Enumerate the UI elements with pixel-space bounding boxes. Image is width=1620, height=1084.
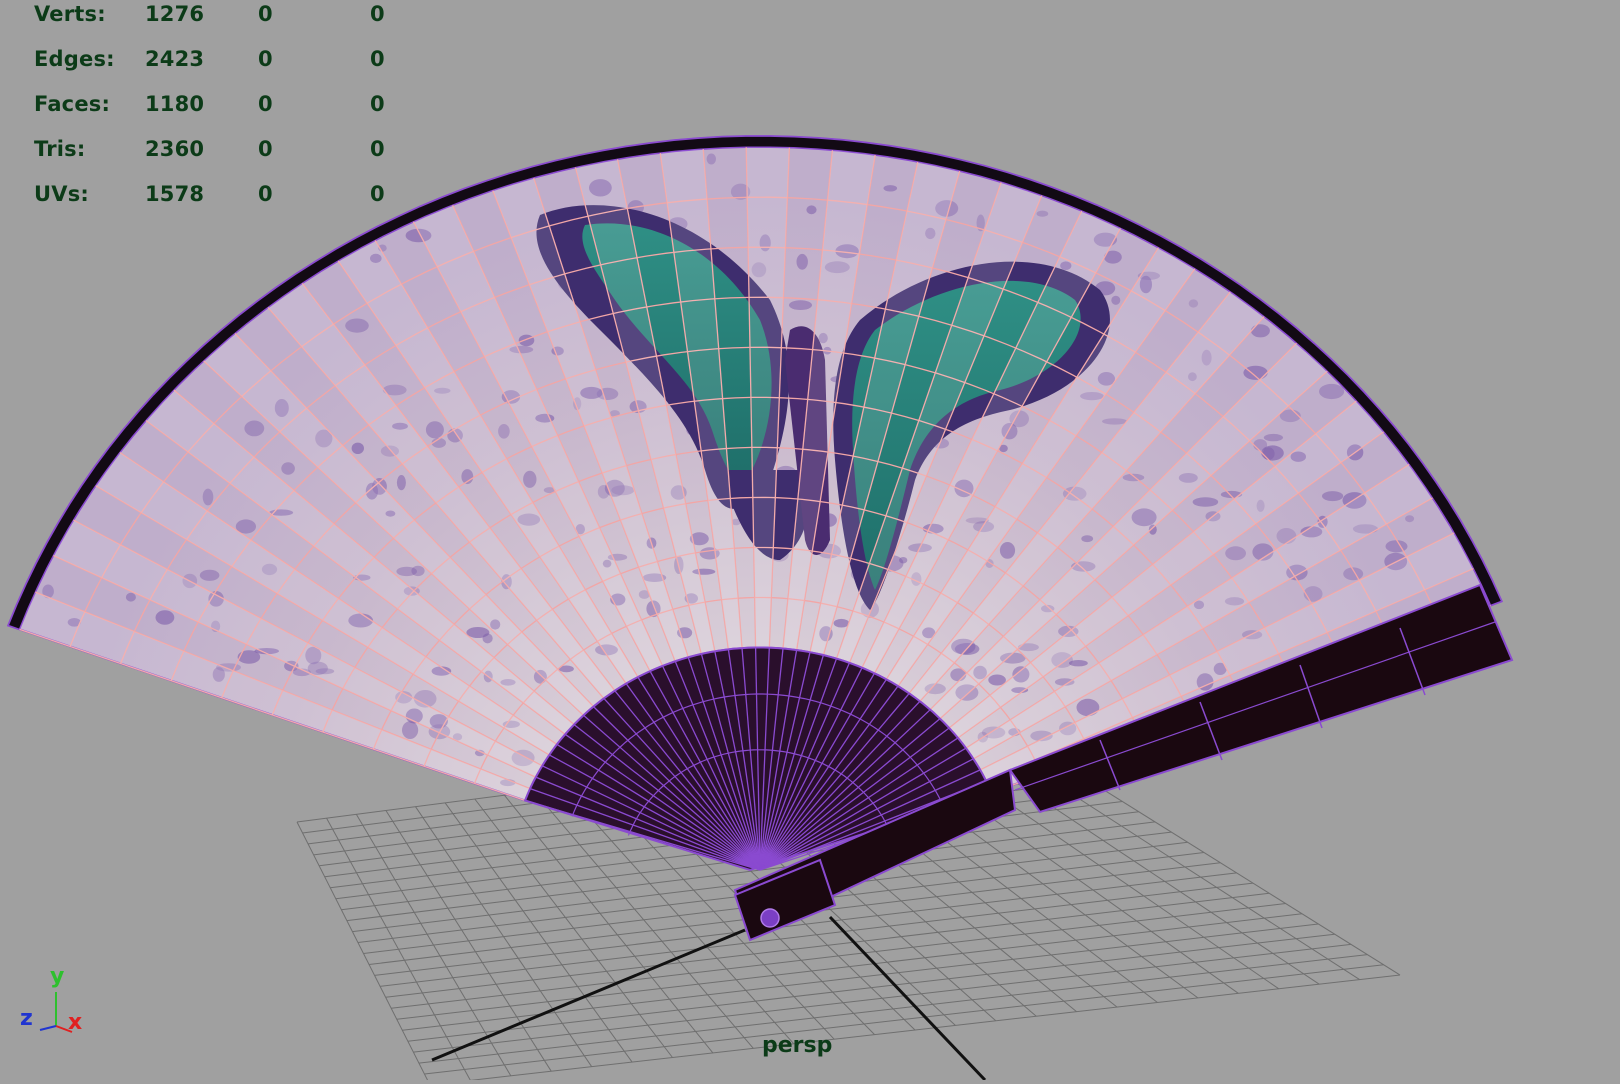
hud-total-count: 2360 (145, 137, 205, 161)
axis-gizmo: y z x (16, 962, 96, 1042)
hud-total-count: 1578 (145, 182, 205, 206)
hud-label: Faces: (34, 92, 111, 116)
grid-line (434, 974, 1401, 1084)
perspective-viewport[interactable]: Verts: 1276 0 0 Edges: 2423 0 0 Faces: 1180 0 0 Tris… (0, 0, 1620, 1084)
hud-selected-count: 0 (258, 92, 273, 116)
hud-extra-count: 0 (370, 137, 385, 161)
grid-line (413, 943, 1352, 1053)
hud-label: Edges: (34, 47, 115, 71)
hud-extra-count: 0 (370, 182, 385, 206)
pivot-rivet-icon (760, 908, 780, 928)
poly-count-hud: Verts: 1276 0 0 Edges: 2423 0 0 Faces: 1180 0 0 Tris… (0, 0, 420, 210)
fan-model[interactable] (6, 135, 1514, 942)
grid-line (418, 954, 1368, 1064)
hud-selected-count: 0 (258, 47, 273, 71)
grid-line (396, 913, 1303, 1020)
axis-z-label: z (20, 1006, 33, 1031)
hud-row: Verts: 1276 0 0 (0, 2, 420, 26)
hud-selected-count: 0 (258, 2, 273, 26)
hud-row: UVs: 1578 0 0 (0, 182, 420, 206)
camera-name-label: persp (762, 1033, 833, 1058)
hud-row: Edges: 2423 0 0 (0, 47, 420, 71)
hud-extra-count: 0 (370, 2, 385, 26)
hud-selected-count: 0 (258, 182, 273, 206)
hud-extra-count: 0 (370, 92, 385, 116)
grid-line (407, 933, 1335, 1042)
hud-label: Tris: (34, 137, 86, 161)
hud-total-count: 1180 (145, 92, 205, 116)
hud-extra-count: 0 (370, 47, 385, 71)
hud-row: Tris: 2360 0 0 (0, 137, 420, 161)
hud-selected-count: 0 (258, 137, 273, 161)
axis-x-label: x (68, 1010, 83, 1035)
hud-label: Verts: (34, 2, 106, 26)
hud-total-count: 2423 (145, 47, 205, 71)
grid-line (391, 903, 1286, 1009)
hud-label: UVs: (34, 182, 90, 206)
hud-row: Faces: 1180 0 0 (0, 92, 420, 116)
axis-y-label: y (50, 964, 65, 989)
hud-total-count: 1276 (145, 2, 205, 26)
grid-line (424, 964, 1384, 1075)
